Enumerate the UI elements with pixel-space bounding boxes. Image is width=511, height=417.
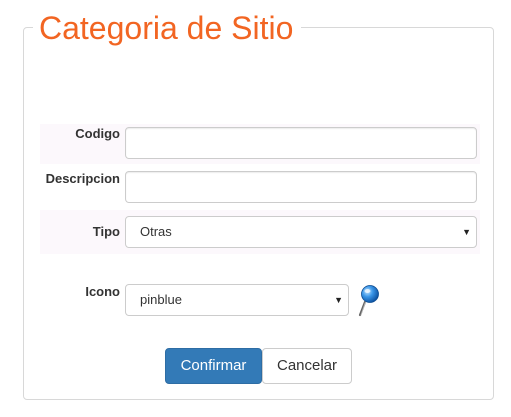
codigo-label: Codigo	[75, 126, 120, 141]
codigo-input[interactable]	[125, 127, 477, 159]
icono-label: Icono	[85, 284, 120, 299]
codigo-label-wrap: Codigo	[30, 126, 120, 146]
tipo-label-wrap: Tipo	[30, 224, 120, 244]
icono-selected-value: pinblue	[140, 292, 182, 307]
confirm-button[interactable]: Confirmar	[165, 348, 262, 384]
map-pin-blue-icon	[358, 285, 379, 317]
cancel-button[interactable]: Cancelar	[262, 348, 352, 384]
descripcion-input[interactable]	[125, 171, 477, 203]
icono-select[interactable]: pinblue ▼	[125, 284, 349, 316]
tipo-select[interactable]: Otras ▼	[125, 216, 477, 248]
form-title: Categoria de Sitio	[33, 8, 302, 48]
page: Categoria de Sitio Codigo Descripcion Ti…	[0, 0, 511, 417]
descripcion-label-wrap: Descripcion	[30, 171, 120, 191]
tipo-label: Tipo	[92, 224, 120, 239]
chevron-down-icon: ▼	[334, 295, 343, 305]
tipo-selected-value: Otras	[140, 224, 172, 239]
icono-label-wrap: Icono	[30, 284, 120, 304]
descripcion-label: Descripcion	[45, 171, 120, 186]
chevron-down-icon: ▼	[462, 227, 471, 237]
